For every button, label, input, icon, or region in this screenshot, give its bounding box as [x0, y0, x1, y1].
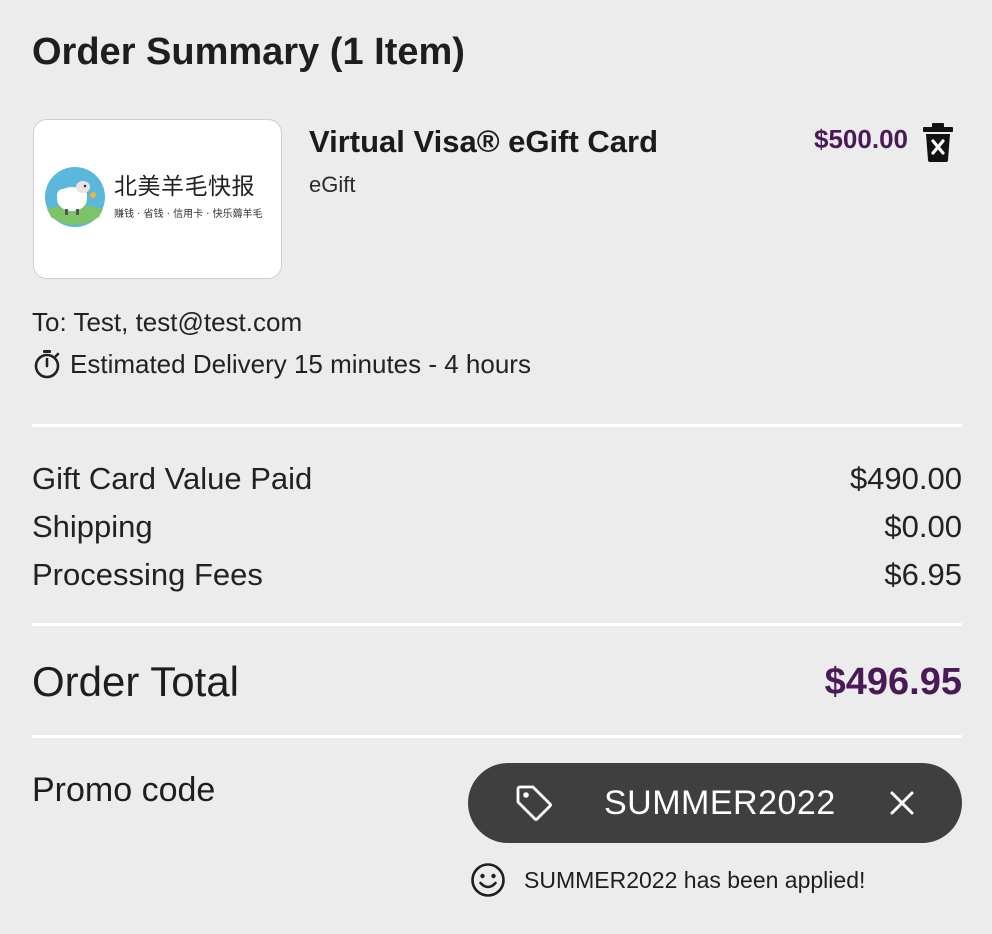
order-total-row: Order Total $496.95: [32, 659, 962, 705]
estimated-delivery: Estimated Delivery 15 minutes - 4 hours: [32, 348, 531, 380]
applied-promo-chip: SUMMER2022: [468, 763, 962, 843]
recipient-info: To: Test, test@test.com: [32, 307, 303, 337]
tag-icon: [516, 785, 552, 821]
divider: [32, 424, 962, 427]
line-item-label: Gift Card Value Paid: [32, 461, 313, 496]
line-item-value: $490.00: [849, 461, 962, 496]
line-item-shipping: Shipping $0.00: [32, 509, 962, 545]
product-price: $500.00: [814, 124, 908, 154]
smile-icon: [471, 863, 505, 897]
line-item-value: $0.00: [884, 509, 962, 544]
line-item-processing-fees: Processing Fees $6.95: [32, 557, 962, 593]
line-item-value: $6.95: [884, 557, 962, 592]
divider: [32, 623, 962, 626]
gift-card-thumbnail: 北美羊毛快报 赚钱 · 省钱 · 信用卡 · 快乐薅羊毛: [33, 119, 282, 279]
close-icon[interactable]: [886, 787, 918, 819]
line-item-gift-card-value: Gift Card Value Paid $490.00: [32, 461, 962, 497]
line-item-label: Shipping: [32, 509, 153, 544]
line-item-label: Processing Fees: [32, 557, 263, 592]
order-total-value: $496.95: [824, 661, 962, 703]
divider: [32, 735, 962, 738]
promo-code-value: SUMMER2022: [604, 784, 836, 822]
promo-status-text: SUMMER2022 has been applied!: [524, 867, 866, 893]
product-name: Virtual Visa® eGift Card: [309, 124, 659, 159]
logo-name: 北美羊毛快报: [114, 174, 255, 200]
order-total-label: Order Total: [32, 658, 239, 705]
promo-applied-message: SUMMER2022 has been applied!: [470, 862, 865, 898]
logo-tagline: 赚钱 · 省钱 · 信用卡 · 快乐薅羊毛: [114, 209, 263, 220]
trash-icon[interactable]: [920, 122, 956, 162]
delivery-text: Estimated Delivery 15 minutes - 4 hours: [70, 349, 531, 379]
promo-code-label: Promo code: [32, 771, 216, 809]
stopwatch-icon: [34, 350, 60, 379]
order-summary-title: Order Summary (1 Item): [32, 31, 465, 73]
product-type: eGift: [309, 172, 356, 197]
sheep-logo-icon: [45, 167, 105, 227]
